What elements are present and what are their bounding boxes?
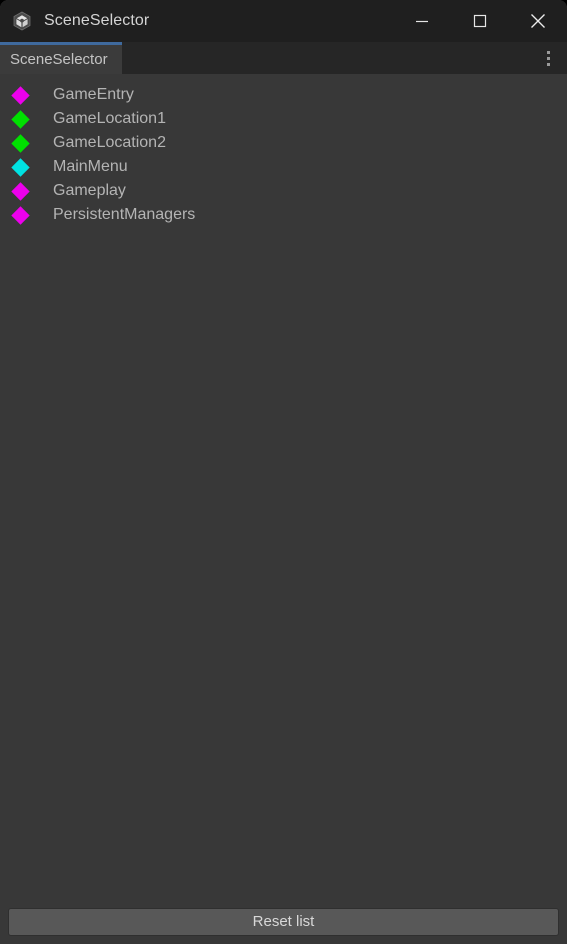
scene-bullet-diamond-icon — [11, 157, 30, 177]
minimize-icon — [416, 20, 428, 23]
scene-list-item[interactable]: GameEntry — [0, 83, 567, 107]
tab-bar: SceneSelector — [0, 42, 567, 74]
kebab-menu-icon[interactable] — [539, 48, 557, 68]
maximize-button[interactable] — [451, 0, 509, 42]
window-title: SceneSelector — [44, 12, 150, 29]
scene-list-item[interactable]: GameLocation2 — [0, 131, 567, 155]
kebab-dot — [546, 56, 550, 60]
scene-list-item[interactable]: MainMenu — [0, 155, 567, 179]
scene-bullet-diamond-icon — [11, 85, 30, 105]
scene-name-label: GameLocation2 — [53, 134, 166, 151]
close-button[interactable] — [509, 0, 567, 42]
maximize-icon — [473, 14, 487, 28]
scene-list-item[interactable]: Gameplay — [0, 179, 567, 203]
scene-bullet-diamond-icon — [11, 109, 30, 129]
scene-selector-window: SceneSelector SceneSelector GameEntry Ga… — [0, 0, 567, 944]
scene-bullet-diamond-icon — [11, 205, 30, 225]
kebab-dot — [546, 62, 550, 66]
scene-list: GameEntry GameLocation1 GameLocation2 MainM… — [0, 83, 567, 227]
minimize-button[interactable] — [393, 0, 451, 42]
window-controls — [393, 0, 567, 42]
scene-list-panel: GameEntry GameLocation1 GameLocation2 MainM… — [0, 74, 567, 908]
unity-logo-icon — [12, 11, 32, 31]
close-icon — [531, 14, 545, 28]
scene-bullet-diamond-icon — [11, 181, 30, 201]
scene-name-label: GameLocation1 — [53, 110, 166, 127]
window-titlebar[interactable]: SceneSelector — [0, 0, 567, 42]
tab-label: SceneSelector — [10, 51, 108, 68]
reset-list-button[interactable]: Reset list — [8, 908, 559, 936]
scene-list-item[interactable]: GameLocation1 — [0, 107, 567, 131]
footer-bar: Reset list — [0, 908, 567, 944]
tab-sceneselector[interactable]: SceneSelector — [0, 42, 122, 74]
kebab-dot — [546, 50, 550, 54]
scene-list-item[interactable]: PersistentManagers — [0, 203, 567, 227]
scene-name-label: Gameplay — [53, 182, 126, 199]
scene-name-label: PersistentManagers — [53, 206, 196, 223]
scene-bullet-diamond-icon — [11, 133, 30, 153]
scene-name-label: MainMenu — [53, 158, 128, 175]
scene-name-label: GameEntry — [53, 86, 134, 103]
